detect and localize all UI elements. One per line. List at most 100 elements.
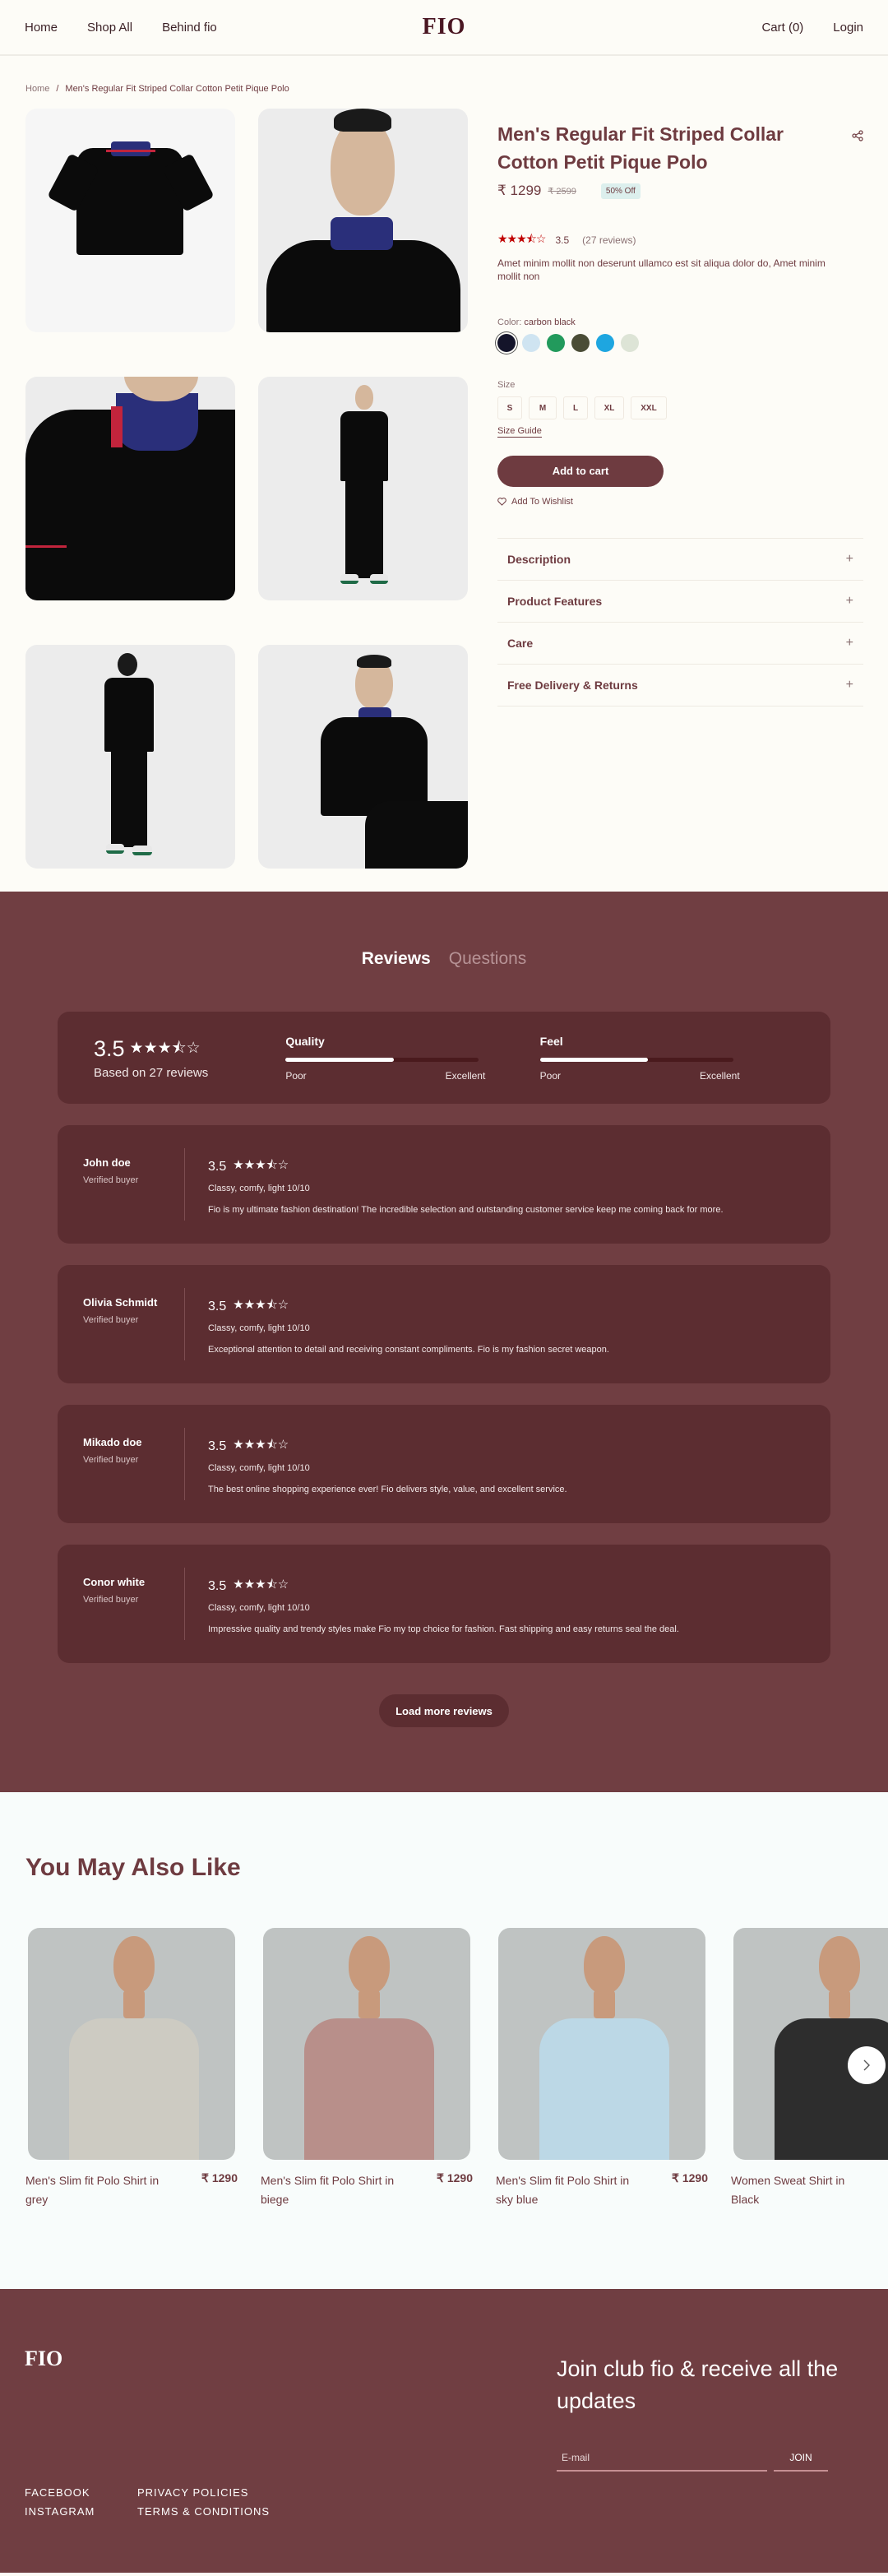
accordion-label: Free Delivery & Returns — [507, 679, 638, 692]
footer-link-terms[interactable]: TERMS & CONDITIONS — [137, 2505, 302, 2518]
size-xxl[interactable]: XXL — [631, 396, 667, 419]
nav-login[interactable]: Login — [833, 21, 863, 35]
color-swatch-carbon-black[interactable] — [497, 334, 516, 352]
review-star-icons: ★★★⯪☆ — [233, 1578, 289, 1591]
email-input[interactable] — [557, 2452, 767, 2472]
breadcrumb-home[interactable]: Home — [25, 84, 49, 94]
review-text: Exceptional attention to detail and rece… — [208, 1345, 609, 1355]
star-rating-icon: ★★★⯪☆ — [497, 232, 546, 245]
product-rating[interactable]: ★★★⯪☆ 3.5 (27 reviews) — [497, 230, 863, 250]
footer-link-instagram[interactable]: INSTAGRAM — [25, 2505, 137, 2518]
model-hair — [357, 655, 391, 668]
color-swatch-sky-blue[interactable] — [596, 334, 614, 352]
product-card-name[interactable]: Men's Slim fit Polo Shirt in sky blue — [496, 2171, 641, 2209]
product-card-name[interactable]: Men's Slim fit Polo Shirt in biege — [261, 2171, 405, 2209]
size-xl[interactable]: XL — [594, 396, 624, 419]
size-guide-link[interactable]: Size Guide — [497, 426, 542, 438]
metric-title: Feel — [539, 1034, 563, 1048]
reviews-count: (27 reviews) — [582, 234, 636, 246]
reviewer: Olivia Schmidt Verified buyer — [83, 1288, 185, 1360]
nav-shop-all[interactable]: Shop All — [87, 21, 132, 35]
footer-link-privacy[interactable]: PRIVACY POLICIES — [137, 2486, 302, 2499]
breadcrumb: Home / Men's Regular Fit Striped Collar … — [0, 56, 888, 94]
product-card-name[interactable]: Men's Slim fit Polo Shirt in grey — [25, 2171, 170, 2209]
model-head — [819, 1936, 860, 1994]
metric-quality: Quality Poor Excellent — [285, 1035, 539, 1082]
logo[interactable]: FIO — [423, 14, 466, 40]
product-card-image[interactable] — [263, 1928, 470, 2160]
review-list: John doe Verified buyer 3.5 ★★★⯪☆ Classy… — [58, 1125, 830, 1663]
size-m[interactable]: M — [529, 396, 557, 419]
load-more-reviews-button[interactable]: Load more reviews — [379, 1694, 509, 1727]
shoe — [106, 844, 124, 854]
gallery-image-seated[interactable] — [258, 645, 468, 869]
tab-questions[interactable]: Questions — [449, 949, 527, 969]
reviewer-name: John doe — [83, 1156, 131, 1169]
primary-nav: Home Shop All Behind fio — [25, 21, 217, 35]
color-swatch-light-blue[interactable] — [522, 334, 540, 352]
shirt-shape — [76, 148, 183, 255]
gallery-image-flat-lay[interactable] — [25, 109, 235, 332]
footer-link-facebook[interactable]: FACEBOOK — [25, 2486, 137, 2499]
price-row: ₹ 1299 ₹ 2599 50% Off — [497, 183, 863, 199]
accordion-description[interactable]: Description + — [497, 539, 863, 581]
accordion-product-features[interactable]: Product Features + — [497, 581, 863, 623]
metric-title: Quality — [285, 1034, 325, 1048]
plus-icon: + — [845, 636, 853, 650]
collar-stripe — [106, 150, 155, 152]
accordion-delivery-returns[interactable]: Free Delivery & Returns + — [497, 665, 863, 707]
shoe — [370, 574, 388, 584]
gallery-image-full-back[interactable] — [25, 645, 235, 869]
carousel-next-button[interactable] — [848, 2046, 886, 2084]
size-l[interactable]: L — [563, 396, 588, 419]
recommendations-title: You May Also Like — [25, 1854, 241, 1881]
review-tabs: Reviews Questions — [58, 949, 830, 969]
summary-score: 3.5 — [94, 1036, 125, 1061]
original-price: ₹ 2599 — [548, 186, 576, 197]
product-card[interactable]: Men's Slim fit Polo Shirt in grey ₹ 1290 — [25, 1928, 238, 2209]
reviewer: Conor white Verified buyer — [83, 1568, 185, 1640]
product-card-image[interactable] — [498, 1928, 705, 2160]
product-card[interactable]: Men's Slim fit Polo Shirt in biege ₹ 129… — [261, 1928, 473, 2209]
review-card: Mikado doe Verified buyer 3.5 ★★★⯪☆ Clas… — [58, 1405, 830, 1523]
newsletter: Join club fio & receive all the updates … — [557, 2353, 853, 2472]
product-card-price: ₹ 1290 — [672, 2171, 708, 2185]
gallery-image-collar-detail[interactable] — [25, 377, 235, 600]
gallery-image-model-front[interactable] — [258, 109, 468, 332]
product-card-image[interactable] — [733, 1928, 888, 2160]
reviewer-name: Conor white — [83, 1576, 146, 1588]
nav-cart[interactable]: Cart (0) — [761, 21, 803, 35]
join-button[interactable]: JOIN — [774, 2452, 828, 2472]
size-s[interactable]: S — [497, 396, 522, 419]
shoe — [132, 846, 152, 855]
accordion-care[interactable]: Care + — [497, 623, 863, 665]
model-hair — [334, 109, 391, 132]
color-swatch-sage[interactable] — [621, 334, 639, 352]
feel-bar — [539, 1057, 733, 1062]
site-footer: FIO Join club fio & receive all the upda… — [0, 2289, 888, 2573]
heart-icon — [497, 498, 506, 506]
product-gallery — [25, 109, 468, 892]
accordion-label: Care — [507, 637, 534, 650]
feel-bar-fill — [539, 1057, 649, 1062]
add-to-cart-button[interactable]: Add to cart — [497, 456, 664, 487]
product-card[interactable]: Men's Slim fit Polo Shirt in sky blue ₹ … — [496, 1928, 708, 2209]
metric-low-label: Poor — [539, 1069, 562, 1082]
model-shirt — [775, 2018, 888, 2160]
review-text: Fio is my ultimate fashion destination! … — [208, 1205, 724, 1215]
share-icon[interactable] — [852, 130, 863, 141]
nav-behind-fio[interactable]: Behind fio — [162, 21, 217, 35]
nav-home[interactable]: Home — [25, 21, 58, 35]
wishlist-label: Add To Wishlist — [511, 497, 573, 507]
gallery-image-full-front[interactable] — [258, 377, 468, 600]
product-card-image[interactable] — [28, 1928, 235, 2160]
color-swatch-green[interactable] — [547, 334, 565, 352]
shirt-shape — [266, 240, 460, 332]
product-card-name[interactable]: Women Sweat Shirt in Black — [731, 2171, 876, 2209]
review-body: 3.5 ★★★⯪☆ Classy, comfy, light 10/10 Fio… — [185, 1148, 724, 1221]
add-to-wishlist[interactable]: Add To Wishlist — [497, 497, 863, 507]
verified-buyer-label: Verified buyer — [83, 1455, 139, 1465]
model-shirt — [539, 2018, 669, 2160]
tab-reviews[interactable]: Reviews — [362, 949, 431, 969]
color-swatch-olive[interactable] — [571, 334, 590, 352]
